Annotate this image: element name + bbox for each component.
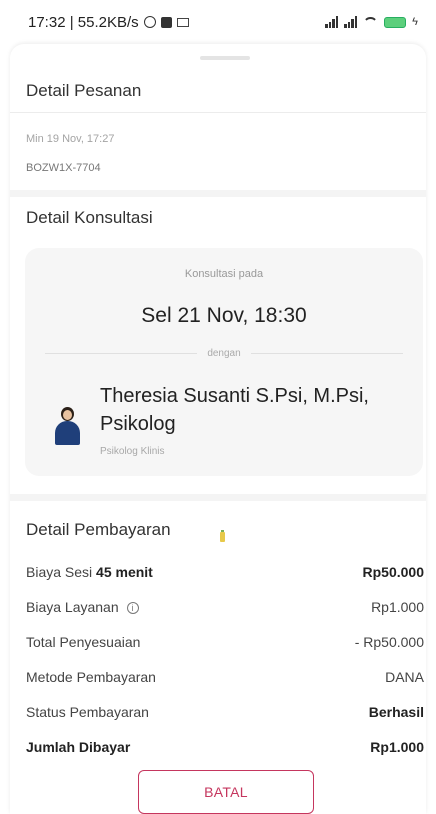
amount-paid-row: Jumlah Dibayar Rp1.000 <box>26 739 424 755</box>
consultation-on-label: Konsultasi pada <box>184 268 264 280</box>
status-left: 17:32 | 55.2KB/s <box>28 14 189 31</box>
notification-icon <box>160 16 172 28</box>
separator-line <box>45 352 198 354</box>
sparkle-icon <box>220 530 225 542</box>
session-fee-value: Rp50.000 <box>362 564 424 580</box>
amount-paid-value: Rp1.000 <box>370 739 424 755</box>
service-fee-label: Biaya Layanan <box>26 599 119 615</box>
with-label: dengan <box>207 347 241 359</box>
payment-method-value: DANA <box>385 669 424 685</box>
avatar-body <box>55 421 80 445</box>
payment-method-row: Metode Pembayaran DANA <box>26 669 424 685</box>
signal-icon-2 <box>344 16 358 28</box>
battery-icon <box>384 16 407 28</box>
status-right: ϟ <box>325 16 418 28</box>
session-fee-label-group: Biaya Sesi 45 menit <box>26 564 153 580</box>
payment-method-label: Metode Pembayaran <box>26 669 156 685</box>
with-separator: dengan <box>45 346 403 360</box>
service-fee-value: Rp1.000 <box>371 599 424 615</box>
payment-status-value: Berhasil <box>368 704 424 720</box>
session-duration: 45 menit <box>96 564 153 580</box>
order-date: Min 19 Nov, 17:27 <box>26 133 115 145</box>
status-bar: 17:32 | 55.2KB/s ϟ <box>0 0 436 44</box>
consultation-time: Sel 21 Nov, 18:30 <box>141 304 307 327</box>
service-fee-label-group: Biaya Layanan i <box>26 599 139 615</box>
consultation-detail-title: Detail Konsultasi <box>26 208 153 227</box>
wifi-icon <box>363 16 379 28</box>
section-divider <box>10 190 426 197</box>
consultation-card: Konsultasi pada Sel 21 Nov, 18:30 dengan… <box>25 248 423 476</box>
divider <box>10 112 426 113</box>
signal-icon <box>325 16 339 28</box>
status-time: 17:32 | 55.2KB/s <box>28 13 139 31</box>
adjustment-label: Total Penyesuaian <box>26 634 141 650</box>
amount-paid-label: Jumlah Dibayar <box>26 739 131 755</box>
alarm-icon <box>143 16 156 28</box>
payment-detail-title: Detail Pembayaran <box>26 520 171 539</box>
psychologist-role: Psikolog Klinis <box>100 446 165 457</box>
separator-line <box>250 352 403 354</box>
payment-status-label: Status Pembayaran <box>26 704 149 720</box>
payment-status-row: Status Pembayaran Berhasil <box>26 704 424 720</box>
adjustment-value: - Rp50.000 <box>354 634 424 650</box>
order-code: BOZW1X-7704 <box>26 162 101 174</box>
session-fee-label: Biaya Sesi <box>26 564 93 580</box>
charging-icon: ϟ <box>412 16 418 28</box>
adjustment-row: Total Penyesuaian - Rp50.000 <box>26 634 424 650</box>
cancel-button[interactable]: BATAL <box>138 770 314 814</box>
order-detail-title: Detail Pesanan <box>26 81 142 100</box>
section-divider <box>10 494 426 501</box>
session-fee-row: Biaya Sesi 45 menit Rp50.000 <box>26 564 424 580</box>
mail-icon <box>176 17 189 27</box>
psychologist-name: Theresia Susanti S.Psi, M.Psi, Psikolog <box>100 385 369 435</box>
service-fee-row: Biaya Layanan i Rp1.000 <box>26 599 424 615</box>
info-icon[interactable]: i <box>126 602 139 615</box>
drag-handle[interactable] <box>200 56 250 60</box>
avatar <box>52 397 82 445</box>
avatar-face <box>63 410 72 420</box>
